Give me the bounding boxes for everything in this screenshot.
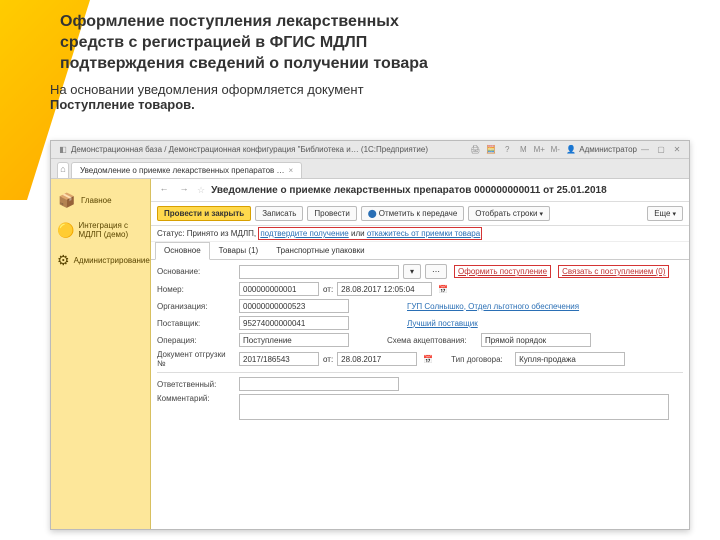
m-plus-icon[interactable]: M+ [533, 144, 545, 156]
sidebar: 📦 Главное 🟡 Интеграция с МДЛП (демо) ⚙ А… [51, 179, 151, 529]
app-window: ◧ Демонстрационная база / Демонстрационн… [50, 140, 690, 530]
confirm-link[interactable]: подтвердите получение [260, 229, 348, 238]
sidebar-item-main[interactable]: 📦 Главное [55, 185, 146, 215]
minimize-icon[interactable]: — [639, 144, 651, 156]
comment-input[interactable] [239, 394, 669, 420]
maximize-icon[interactable]: ▢ [655, 144, 667, 156]
tab-doc: Уведомление о приемке лекарственных преп… [71, 162, 302, 178]
op-input[interactable]: Поступление [239, 333, 349, 347]
help-icon[interactable]: ? [501, 144, 513, 156]
select-rows-button[interactable]: Отобрать строки ▾ [468, 206, 550, 221]
basis-input[interactable] [239, 265, 399, 279]
sidebar-item-mdlp[interactable]: 🟡 Интеграция с МДЛП (демо) [55, 215, 146, 245]
resp-input[interactable] [239, 377, 399, 391]
subtab-packs[interactable]: Транспортные упаковки [267, 242, 373, 259]
print-icon[interactable]: 🖨 [469, 144, 481, 156]
more-button[interactable]: Еще ▾ [647, 206, 683, 221]
ship-no-input[interactable]: 2017/186543 [239, 352, 319, 366]
supplier-label: Поставщик: [157, 319, 235, 328]
calendar-icon[interactable] [436, 285, 448, 294]
save-button[interactable]: Записать [255, 206, 303, 221]
tab-close-icon[interactable]: × [289, 166, 294, 175]
star-icon[interactable]: ☆ [197, 185, 205, 196]
basis-open[interactable]: ⋯ [425, 264, 447, 279]
user-icon[interactable]: 👤 [565, 144, 577, 156]
doc-header: ← → ☆ Уведомление о приемке лекарственны… [151, 179, 689, 202]
slide-subtitle: На основании уведомления оформляется док… [0, 78, 720, 120]
number-input[interactable]: 000000000001 [239, 282, 319, 296]
scheme-label: Схема акцептования: [387, 336, 477, 345]
ship-label: Документ отгрузки № [157, 350, 235, 368]
titlebar-text: Демонстрационная база / Демонстрационная… [71, 145, 428, 154]
calendar-icon[interactable] [421, 355, 433, 364]
resp-label: Ответственный: [157, 380, 235, 389]
titlebar: ◧ Демонстрационная база / Демонстрационн… [51, 141, 689, 159]
link-receipt-link[interactable]: Связать с поступлением (0) [558, 265, 669, 278]
scheme-input[interactable]: Прямой порядок [481, 333, 591, 347]
op-label: Операция: [157, 336, 235, 345]
comment-label: Комментарий: [157, 394, 235, 403]
mark-transfer-button[interactable]: ⬤ Отметить к передаче [361, 206, 465, 221]
reject-link[interactable]: откажитесь от приемки товара [367, 229, 480, 238]
supplier-link[interactable]: Лучший поставщик [407, 319, 478, 328]
close-icon[interactable]: ✕ [671, 144, 683, 156]
m-minus-icon[interactable]: M- [549, 144, 561, 156]
app-icon: ◧ [57, 144, 69, 156]
post-button[interactable]: Провести [307, 206, 356, 221]
deal-label: Тип договора: [451, 355, 511, 364]
supplier-code-input[interactable]: 95274000000041 [239, 316, 349, 330]
toolbar: Провести и закрыть Записать Провести ⬤ О… [151, 202, 689, 226]
status-row: Статус: Принято из МДЛП, подтвердите пол… [151, 226, 689, 242]
org-code-input[interactable]: 00000000000523 [239, 299, 349, 313]
org-label: Организация: [157, 302, 235, 311]
box-icon: 📦 [57, 191, 77, 209]
ship-date-input[interactable]: 28.08.2017 [337, 352, 417, 366]
slide-title: Оформление поступления лекарственных сре… [0, 0, 720, 78]
sidebar-item-label: Администрирование [74, 256, 150, 265]
sidebar-item-label: Главное [81, 196, 112, 205]
subtab-goods[interactable]: Товары (1) [210, 242, 268, 259]
fwd-arrow-icon[interactable]: → [177, 183, 191, 197]
sidebar-item-admin[interactable]: ⚙ Администрирование [55, 245, 146, 275]
org-link[interactable]: ГУП Солнышко, Отдел льготного обеспечени… [407, 302, 579, 311]
subtabs: Основное Товары (1) Транспортные упаковк… [151, 242, 689, 260]
gear-icon: ⚙ [57, 251, 70, 269]
user-name: Администратор [579, 145, 637, 154]
back-arrow-icon[interactable]: ← [157, 183, 171, 197]
create-receipt-link[interactable]: Оформить поступление [454, 265, 551, 278]
basis-dropdown[interactable]: ▾ [403, 264, 421, 279]
subtab-main[interactable]: Основное [155, 242, 210, 260]
home-tab-icon[interactable]: ⌂ [57, 162, 69, 178]
sidebar-item-label: Интеграция с МДЛП (демо) [78, 221, 144, 239]
calc-icon[interactable]: 🧮 [485, 144, 497, 156]
m-icon[interactable]: M [517, 144, 529, 156]
date-input[interactable]: 28.08.2017 12:05:04 [337, 282, 432, 296]
number-label: Номер: [157, 285, 235, 294]
doc-title: Уведомление о приемке лекарственных преп… [211, 185, 683, 196]
deal-input[interactable]: Купля-продажа [515, 352, 625, 366]
form-area: Основание: ▾ ⋯ Оформить поступление Связ… [151, 260, 689, 529]
tab-strip: ⌂ Уведомление о приемке лекарственных пр… [51, 159, 689, 179]
basis-label: Основание: [157, 267, 235, 276]
post-close-button[interactable]: Провести и закрыть [157, 206, 251, 221]
circle-icon: 🟡 [57, 221, 74, 239]
